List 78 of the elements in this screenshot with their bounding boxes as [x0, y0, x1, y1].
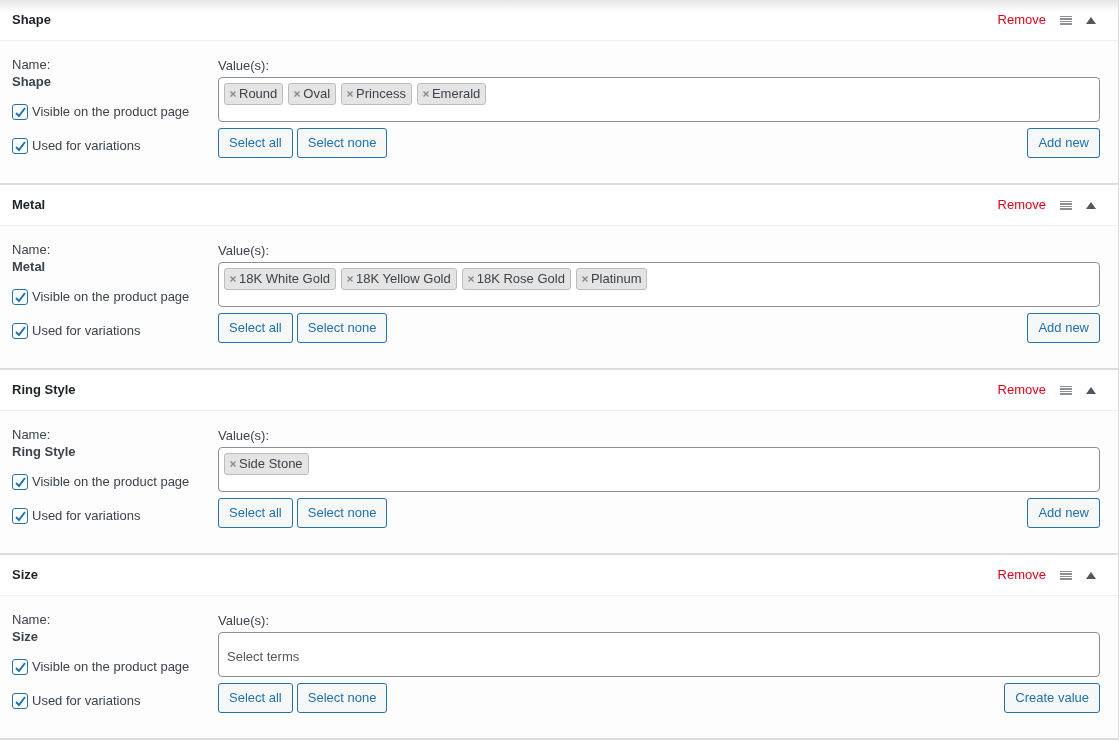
value-tag[interactable]: Oval: [288, 83, 337, 105]
toggle-arrow-icon[interactable]: [1086, 16, 1096, 24]
checkbox-label: Used for variations: [32, 322, 141, 341]
checkbox-label: Visible on the product page: [32, 473, 190, 492]
checkbox-label: Visible on the product page: [32, 103, 190, 122]
toggle-arrow-icon[interactable]: [1086, 571, 1096, 579]
remove-link[interactable]: Remove: [997, 195, 1046, 215]
checkbox-label: Visible on the product page: [32, 658, 190, 677]
attribute-title[interactable]: Size: [12, 565, 998, 585]
checkbox-label: Visible on the product page: [32, 288, 190, 307]
values-field[interactable]: Round Oval Princess Emerald: [218, 77, 1100, 122]
checkbox[interactable]: [12, 138, 28, 154]
attribute-name: Shape: [12, 73, 52, 90]
checkbox-label: Used for variations: [32, 692, 141, 711]
checkbox[interactable]: [12, 289, 28, 305]
toggle-arrow-icon[interactable]: [1086, 201, 1096, 209]
drag-handle-icon[interactable]: [1060, 385, 1072, 395]
value-tag[interactable]: Princess: [341, 83, 412, 105]
checkbox[interactable]: [12, 104, 28, 120]
values-label: Value(s):: [218, 57, 271, 74]
values-label: Value(s):: [218, 242, 271, 259]
checkbox[interactable]: [12, 474, 28, 490]
remove-icon[interactable]: [467, 276, 474, 282]
values-label: Value(s):: [218, 427, 271, 444]
value-tag[interactable]: 18K White Gold: [224, 268, 337, 290]
checkbox-label: Used for variations: [32, 507, 141, 526]
remove-icon[interactable]: [294, 91, 301, 97]
attribute-name: Ring Style: [12, 443, 77, 460]
attribute-title[interactable]: Metal: [12, 195, 998, 215]
attribute-title[interactable]: Shape: [12, 10, 998, 30]
select-all-button[interactable]: Select all: [218, 128, 293, 158]
select-none-button[interactable]: Select none: [296, 683, 388, 713]
add-value-button[interactable]: Add new: [1027, 128, 1100, 158]
name-label: Name:: [12, 426, 52, 443]
remove-link[interactable]: Remove: [997, 10, 1046, 30]
value-tag[interactable]: Round: [224, 83, 284, 105]
name-label: Name:: [12, 56, 52, 73]
checkbox[interactable]: [12, 323, 28, 339]
remove-icon[interactable]: [230, 91, 236, 97]
values-field[interactable]: Side Stone: [218, 447, 1100, 492]
values-field[interactable]: Select terms: [218, 632, 1100, 677]
remove-link[interactable]: Remove: [997, 565, 1046, 585]
name-label: Name:: [12, 611, 52, 628]
checkbox[interactable]: [12, 508, 28, 524]
select-none-button[interactable]: Select none: [296, 313, 388, 343]
select-all-button[interactable]: Select all: [218, 313, 293, 343]
values-field[interactable]: 18K White Gold 18K Yellow Gold 18K Rose Gold Platinum: [218, 262, 1100, 307]
attribute-name: Metal: [12, 258, 47, 275]
drag-handle-icon[interactable]: [1060, 200, 1072, 210]
add-value-button[interactable]: Add new: [1027, 313, 1100, 343]
select-none-button[interactable]: Select none: [296, 128, 388, 158]
select-all-button[interactable]: Select all: [218, 683, 293, 713]
name-label: Name:: [12, 241, 52, 258]
drag-handle-icon[interactable]: [1060, 15, 1072, 25]
remove-link[interactable]: Remove: [997, 380, 1046, 400]
attribute-title[interactable]: Ring Style: [12, 380, 998, 400]
value-tag[interactable]: Platinum: [575, 268, 648, 290]
select-none-button[interactable]: Select none: [296, 498, 388, 528]
drag-handle-icon[interactable]: [1060, 570, 1072, 580]
remove-icon[interactable]: [230, 276, 236, 282]
remove-icon[interactable]: [581, 276, 588, 282]
checkbox-label: Used for variations: [32, 137, 141, 156]
add-value-button[interactable]: Add new: [1027, 498, 1100, 528]
checkbox[interactable]: [12, 659, 28, 675]
remove-icon[interactable]: [347, 91, 354, 97]
checkbox[interactable]: [12, 693, 28, 709]
remove-icon[interactable]: [230, 461, 236, 467]
toggle-arrow-icon[interactable]: [1086, 386, 1096, 394]
value-tag[interactable]: Emerald: [416, 83, 487, 105]
remove-icon[interactable]: [347, 276, 354, 282]
add-value-button[interactable]: Create value: [1004, 683, 1100, 713]
value-tag[interactable]: Side Stone: [224, 453, 309, 475]
remove-icon[interactable]: [422, 91, 429, 97]
attribute-name: Size: [12, 628, 39, 645]
value-tag[interactable]: 18K Rose Gold: [461, 268, 571, 290]
select-all-button[interactable]: Select all: [218, 498, 293, 528]
value-tag[interactable]: 18K Yellow Gold: [341, 268, 457, 290]
values-label: Value(s):: [218, 612, 271, 629]
